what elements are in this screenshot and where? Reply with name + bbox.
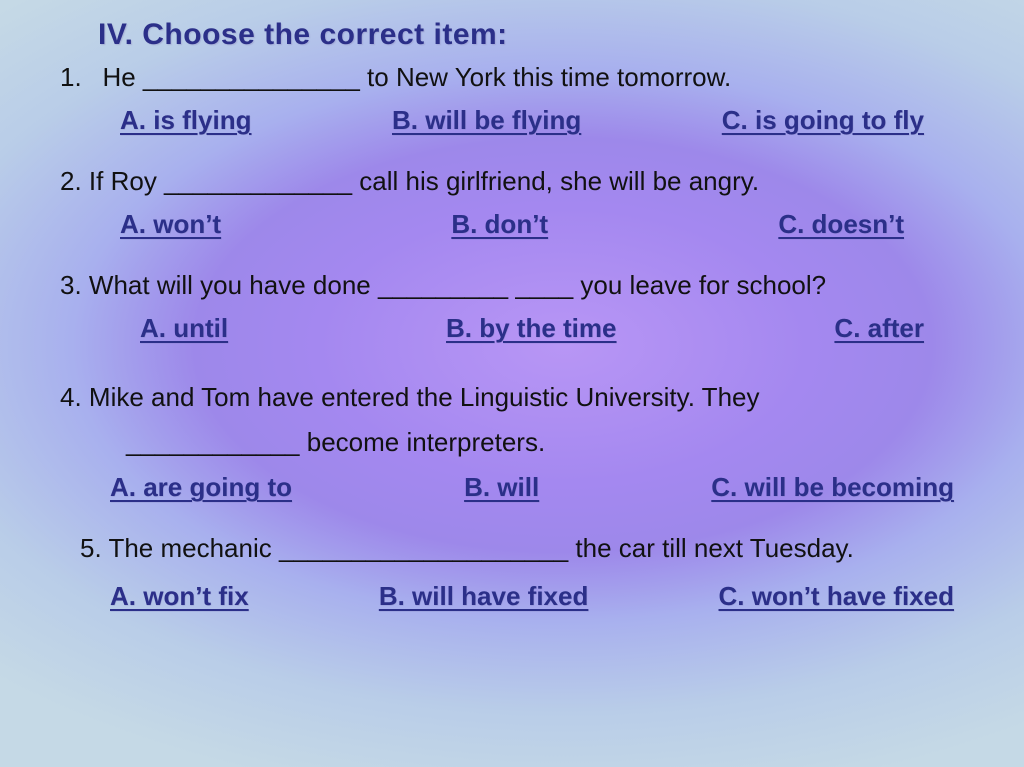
q1-option-a[interactable]: A. is flying: [120, 105, 251, 136]
question-5-text: The mechanic ____________________ the ca…: [108, 533, 853, 563]
question-2-text: If Roy _____________ call his girlfriend…: [89, 166, 759, 196]
q4-option-a[interactable]: A. are going to: [110, 472, 292, 503]
question-3-number: 3.: [60, 270, 82, 300]
q2-option-b[interactable]: B. don’t: [451, 209, 548, 240]
question-4-cont: ____________ become interpreters.: [126, 425, 964, 460]
question-5-options: A. won’t fix B. will have fixed C. won’t…: [60, 581, 964, 612]
q5-option-b[interactable]: B. will have fixed: [379, 581, 589, 612]
question-3-text: What will you have done _________ ____ y…: [89, 270, 826, 300]
section-heading: IV. Choose the correct item:: [98, 18, 964, 52]
question-1-options: A. is flying B. will be flying C. is goi…: [60, 105, 964, 136]
q1-option-c[interactable]: C. is going to fly: [722, 105, 924, 136]
question-2-number: 2.: [60, 166, 82, 196]
question-4: 4. Mike and Tom have entered the Linguis…: [60, 380, 964, 415]
question-3: 3. What will you have done _________ ___…: [60, 268, 964, 303]
q3-option-a[interactable]: A. until: [140, 313, 228, 344]
question-1: 1. He _______________ to New York this t…: [60, 60, 964, 95]
question-5: 5. The mechanic ____________________ the…: [80, 531, 964, 566]
question-2-options: A. won’t B. don’t C. doesn’t: [60, 209, 964, 240]
question-5-number: 5.: [80, 533, 102, 563]
q5-option-c[interactable]: C. won’t have fixed: [719, 581, 955, 612]
question-1-text: He _______________ to New York this time…: [102, 62, 731, 92]
q2-option-a[interactable]: A. won’t: [120, 209, 221, 240]
question-2: 2. If Roy _____________ call his girlfri…: [60, 164, 964, 199]
q5-option-a[interactable]: A. won’t fix: [110, 581, 249, 612]
question-4-options: A. are going to B. will C. will be becom…: [60, 472, 964, 503]
q1-option-b[interactable]: B. will be flying: [392, 105, 581, 136]
q4-option-c[interactable]: C. will be becoming: [711, 472, 954, 503]
q4-option-b[interactable]: B. will: [464, 472, 539, 503]
question-3-options: A. until B. by the time C. after: [60, 313, 964, 344]
question-1-number: 1.: [60, 60, 88, 95]
q3-option-c[interactable]: C. after: [834, 313, 924, 344]
question-4-text-line1: Mike and Tom have entered the Linguistic…: [89, 382, 760, 412]
question-4-number: 4.: [60, 382, 82, 412]
q3-option-b[interactable]: B. by the time: [446, 313, 616, 344]
q2-option-c[interactable]: C. doesn’t: [778, 209, 904, 240]
